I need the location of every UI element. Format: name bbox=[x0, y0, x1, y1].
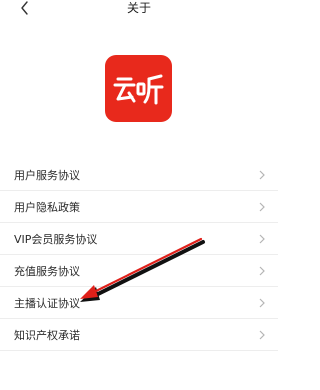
chevron-right-icon bbox=[259, 234, 265, 244]
menu-item-host-certification-agreement[interactable]: 主播认证协议 bbox=[0, 287, 278, 319]
chevron-right-icon bbox=[259, 330, 265, 340]
menu-item-vip-agreement[interactable]: VIP会员服务协议 bbox=[0, 223, 278, 255]
nav-bar: 关于 bbox=[0, 0, 278, 22]
about-menu-list: 用户服务协议 用户隐私政策 VIP会员服务协议 充值服务协议 主播认证协议 知识… bbox=[0, 159, 278, 351]
menu-item-recharge-agreement[interactable]: 充值服务协议 bbox=[0, 255, 278, 287]
app-logo: 云听 bbox=[105, 55, 172, 122]
menu-item-label: 用户隐私政策 bbox=[14, 201, 80, 214]
chevron-right-icon bbox=[259, 266, 265, 276]
menu-item-user-service-agreement[interactable]: 用户服务协议 bbox=[0, 159, 278, 191]
chevron-right-icon bbox=[259, 170, 265, 180]
menu-item-label: 充值服务协议 bbox=[14, 265, 80, 278]
chevron-right-icon bbox=[259, 298, 265, 308]
page-title: 关于 bbox=[126, 1, 151, 15]
menu-item-label: 用户服务协议 bbox=[14, 169, 80, 182]
menu-item-privacy-policy[interactable]: 用户隐私政策 bbox=[0, 191, 278, 223]
menu-item-label: 知识产权承诺 bbox=[14, 329, 80, 342]
chevron-right-icon bbox=[259, 202, 265, 212]
menu-item-label: VIP会员服务协议 bbox=[14, 233, 98, 246]
menu-item-label: 主播认证协议 bbox=[14, 297, 80, 310]
menu-item-ip-commitment[interactable]: 知识产权承诺 bbox=[0, 319, 278, 351]
